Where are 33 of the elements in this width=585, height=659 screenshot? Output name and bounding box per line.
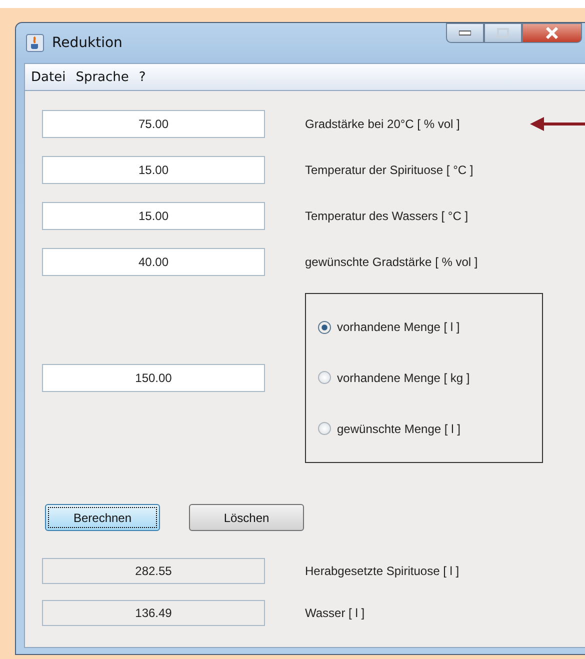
result-field: 136.49 [42,600,265,626]
result-field: 282.55 [42,558,265,584]
radio-button[interactable] [318,371,331,384]
radio-button[interactable] [318,422,331,436]
minimize-button[interactable] [446,23,484,43]
field-label: Gradstärke bei 20°C [ % vol ] [305,117,460,131]
radio-label[interactable]: gewünschte Menge [ l ] [337,422,460,436]
menu-item[interactable]: Sprache [76,70,129,84]
input-field[interactable]: 150.00 [42,364,265,392]
action-button[interactable]: Berechnen [45,504,160,531]
minimize-icon [459,30,471,36]
menu-item[interactable]: Datei [31,70,66,84]
close-icon [545,27,559,39]
field-label: gewünschte Gradstärke [ % vol ] [305,255,478,269]
input-field[interactable]: 15.00 [42,156,265,184]
field-label: Temperatur der Spirituose [ °C ] [305,163,474,177]
result-label: Herabgesetzte Spirituose [ l ] [305,564,460,578]
action-button[interactable]: Löschen [189,504,304,531]
menu-item[interactable]: ? [138,70,146,84]
field-label: Temperatur des Wassers [ °C ] [305,209,468,223]
window-title: Reduktion [52,35,122,51]
maximize-button[interactable] [484,23,522,43]
radio-label[interactable]: vorhandene Menge [ kg ] [337,370,470,385]
input-field[interactable]: 75.00 [42,110,265,138]
input-field[interactable]: 15.00 [42,202,265,230]
maximize-icon [497,28,509,38]
result-label: Wasser [ l ] [305,606,365,620]
radio-label[interactable]: vorhandene Menge [ l ] [337,320,460,334]
radio-button[interactable] [318,320,331,334]
arrow-icon [530,117,585,131]
close-button[interactable] [522,23,582,43]
cup-icon [26,34,44,52]
input-field[interactable]: 40.00 [42,248,265,276]
